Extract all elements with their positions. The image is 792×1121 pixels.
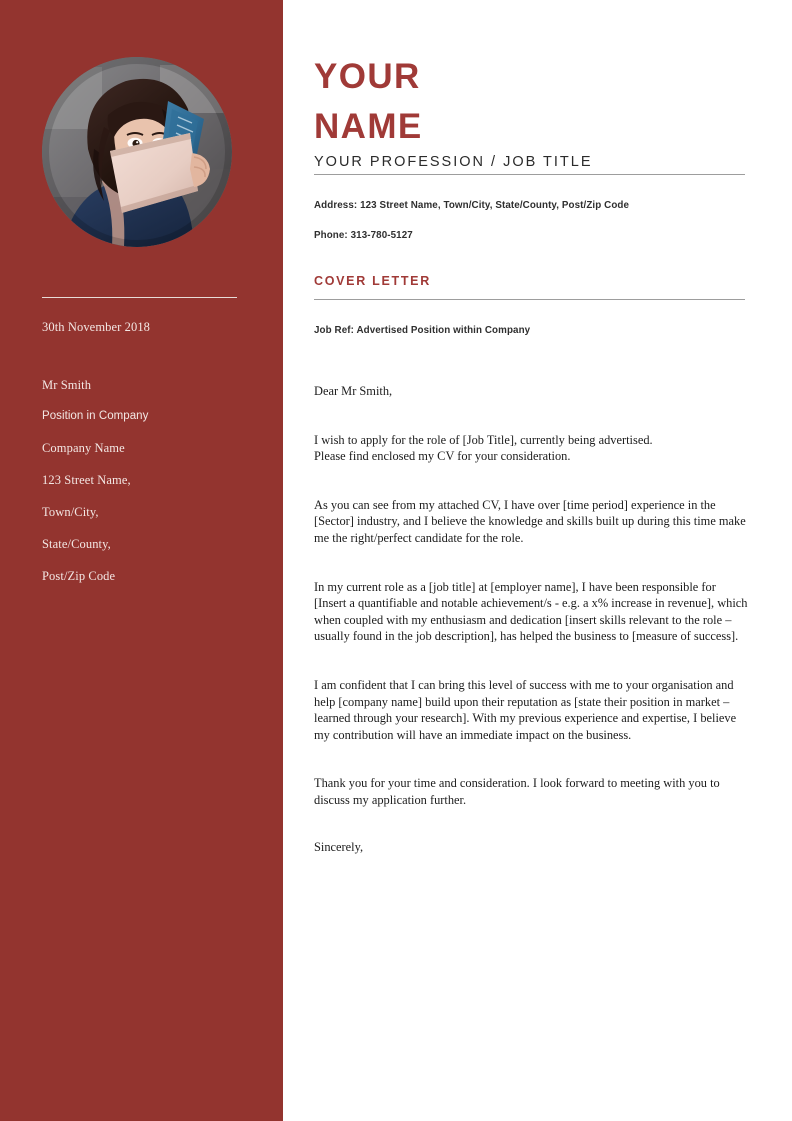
sidebar: 30th November 2018 Mr Smith Position in … (0, 0, 283, 1121)
job-reference: Job Ref: Advertised Position within Comp… (314, 325, 531, 336)
contact-address: Address: 123 Street Name, Town/City, Sta… (314, 200, 630, 211)
section-heading-cover-letter: COVER LETTER (314, 274, 431, 288)
contact-phone: Phone: 313-780-5127 (314, 230, 413, 241)
recipient-postcode: Post/Zip Code (42, 568, 116, 583)
letter-body: Dear Mr Smith, I wish to apply for the r… (314, 383, 748, 855)
recipient-street: 123 Street Name, (42, 472, 131, 487)
letter-paragraph-2: As you can see from my attached CV, I ha… (314, 497, 746, 545)
name-line-last: NAME (314, 107, 423, 146)
letter-date: 30th November 2018 (42, 320, 151, 334)
recipient-company: Company Name (42, 440, 125, 455)
recipient-name: Mr Smith (42, 378, 92, 392)
letter-page: YOUR NAME YOUR PROFESSION / JOB TITLE Ad… (283, 0, 792, 1121)
sidebar-recipient-block: 30th November 2018 Mr Smith Position in … (42, 320, 257, 584)
letter-sign-off: Sincerely, (314, 839, 364, 854)
portrait-photo-icon (42, 57, 232, 247)
letter-paragraph-1: I wish to apply for the role of [Job Tit… (314, 432, 653, 464)
avatar (42, 57, 232, 247)
recipient-state: State/County, (42, 536, 111, 551)
recipient-town: Town/City, (42, 504, 99, 519)
sidebar-divider (42, 297, 237, 298)
letter-paragraph-4: I am confident that I can bring this lev… (314, 677, 737, 742)
profession-subtitle: YOUR PROFESSION / JOB TITLE (314, 154, 593, 170)
letter-paragraph-5: Thank you for your time and consideratio… (314, 776, 720, 807)
letter-salutation: Dear Mr Smith, (314, 384, 393, 398)
recipient-position: Position in Company (42, 410, 149, 422)
letter-paragraph-3: In my current role as a [job title] at [… (314, 579, 748, 644)
page-title: YOUR NAME YOUR PROFESSION / JOB TITLE (314, 52, 776, 171)
section-divider (314, 299, 745, 300)
header-divider (314, 174, 745, 175)
name-line-first: YOUR (314, 57, 421, 96)
